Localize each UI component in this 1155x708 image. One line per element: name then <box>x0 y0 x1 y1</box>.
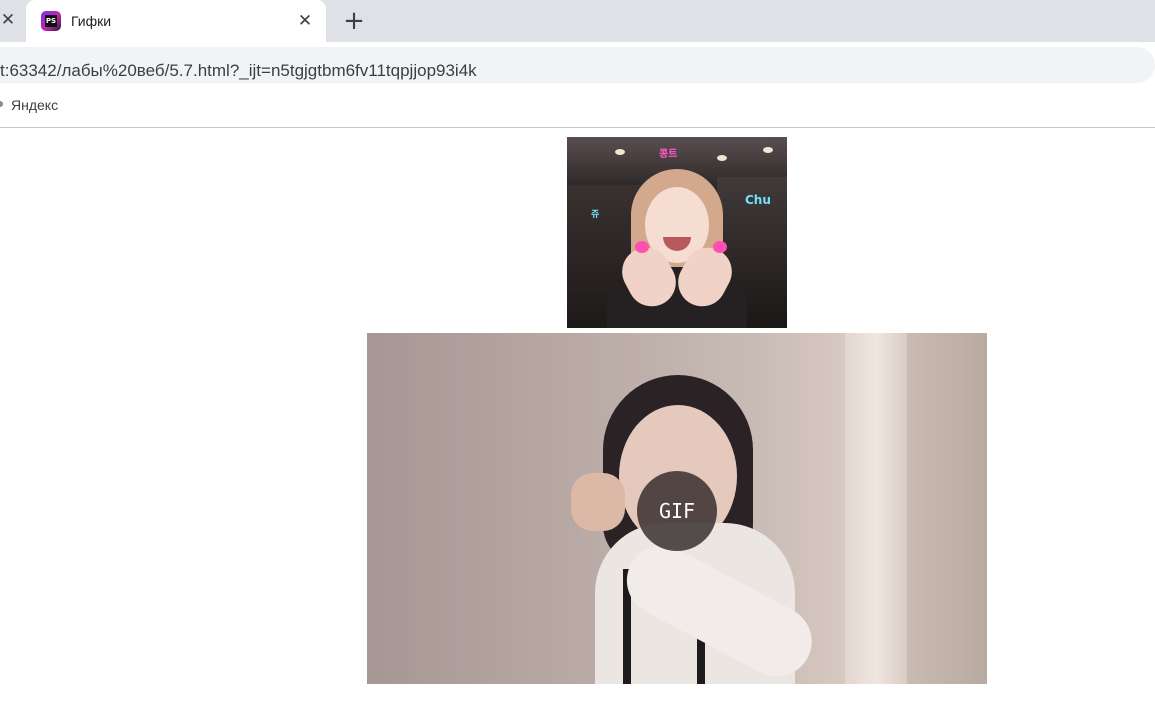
sticker-text: 콩트 <box>659 149 678 160</box>
favicon-label: PS <box>45 15 57 27</box>
heart-sticker-icon <box>713 241 727 253</box>
bookmark-yandex[interactable]: Яндекс <box>11 96 58 114</box>
bookmarks-bar: Яндекс <box>0 86 1155 128</box>
ceiling-light <box>763 147 773 153</box>
heart-hands-gif: 콩트 Chu 쥬 <box>567 137 787 328</box>
wall-highlight <box>845 333 907 684</box>
browser-toolbar: t:63342/лабы%20веб/5.7.html?_ijt=n5tgjgt… <box>0 42 1155 86</box>
phpstorm-icon: PS <box>41 11 61 31</box>
ceiling-light <box>717 155 727 161</box>
previous-tab-close-icon[interactable]: ✕ <box>0 10 16 30</box>
heart-sticker-icon <box>635 241 649 253</box>
tab-gifki[interactable]: PS Гифки ✕ <box>26 0 326 42</box>
bookmark-favicon-icon <box>0 101 3 107</box>
address-bar[interactable]: t:63342/лабы%20веб/5.7.html?_ijt=n5tgjgt… <box>0 47 1155 83</box>
sticker-chu: Chu <box>745 193 771 207</box>
address-text[interactable]: t:63342/лабы%20веб/5.7.html?_ijt=n5tgjgt… <box>0 61 477 81</box>
sticker-left: 쥬 <box>591 210 600 220</box>
tab-strip: ✕ PS Гифки ✕ + <box>0 0 1155 42</box>
close-tab-icon[interactable]: ✕ <box>294 10 316 32</box>
new-tab-button[interactable]: + <box>340 7 368 35</box>
gif-play-badge[interactable]: GIF <box>637 471 717 551</box>
tab-title: Гифки <box>71 13 112 29</box>
raised-fist <box>571 473 625 531</box>
ceiling-light <box>615 149 625 155</box>
